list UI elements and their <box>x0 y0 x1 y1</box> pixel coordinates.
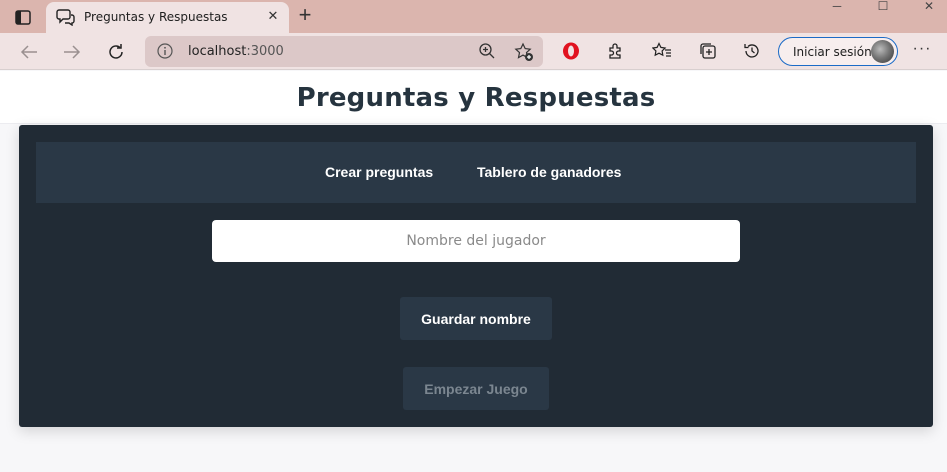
save-name-button[interactable]: Guardar nombre <box>400 297 552 340</box>
browser-tab[interactable]: Preguntas y Respuestas ✕ <box>46 2 289 33</box>
refresh-icon[interactable] <box>104 40 128 64</box>
extensions-icon[interactable] <box>606 41 626 61</box>
sign-in-button[interactable]: Iniciar sesión <box>778 37 898 66</box>
collections-icon[interactable] <box>698 41 718 61</box>
history-icon[interactable] <box>742 41 762 61</box>
tab-chat-icon <box>56 8 76 27</box>
close-icon[interactable]: ✕ <box>265 8 281 24</box>
window-icon[interactable] <box>14 8 32 26</box>
favorites-icon[interactable] <box>652 41 672 61</box>
page-header: Preguntas y Respuestas <box>0 71 947 124</box>
info-icon[interactable] <box>157 43 173 59</box>
forward-arrow-icon[interactable] <box>60 40 84 64</box>
sign-in-label: Iniciar sesión <box>793 45 872 59</box>
player-name-input[interactable] <box>212 220 740 262</box>
menu-item-tablero-ganadores[interactable]: Tablero de ganadores <box>477 164 621 180</box>
top-menu: Crear preguntas Tablero de ganadores <box>36 142 916 203</box>
page-title: Preguntas y Respuestas <box>296 83 656 113</box>
opera-icon[interactable] <box>561 41 581 61</box>
avatar <box>871 40 894 63</box>
more-icon[interactable]: ··· <box>912 41 932 61</box>
tab-title: Preguntas y Respuestas <box>84 10 228 24</box>
start-game-button[interactable]: Empezar Juego <box>403 367 549 410</box>
window-close-icon[interactable]: ✕ <box>906 0 947 14</box>
address-url[interactable]: localhost:3000 <box>188 44 284 59</box>
plus-icon[interactable]: + <box>293 4 317 28</box>
browser-tab-bar: Preguntas y Respuestas ✕ + ─ ☐ ✕ <box>0 0 947 33</box>
maximize-icon[interactable]: ☐ <box>860 0 906 14</box>
url-host: localhost <box>188 44 247 59</box>
back-arrow-icon[interactable] <box>17 40 41 64</box>
url-port: :3000 <box>246 44 284 59</box>
zoom-icon[interactable] <box>478 42 496 60</box>
game-panel: Crear preguntas Tablero de ganadores Gua… <box>19 125 933 427</box>
address-bar[interactable]: localhost:3000 <box>145 36 543 67</box>
menu-item-crear-preguntas[interactable]: Crear preguntas <box>325 164 433 180</box>
minimize-icon[interactable]: ─ <box>814 0 860 14</box>
add-favorite-icon[interactable] <box>514 42 534 62</box>
